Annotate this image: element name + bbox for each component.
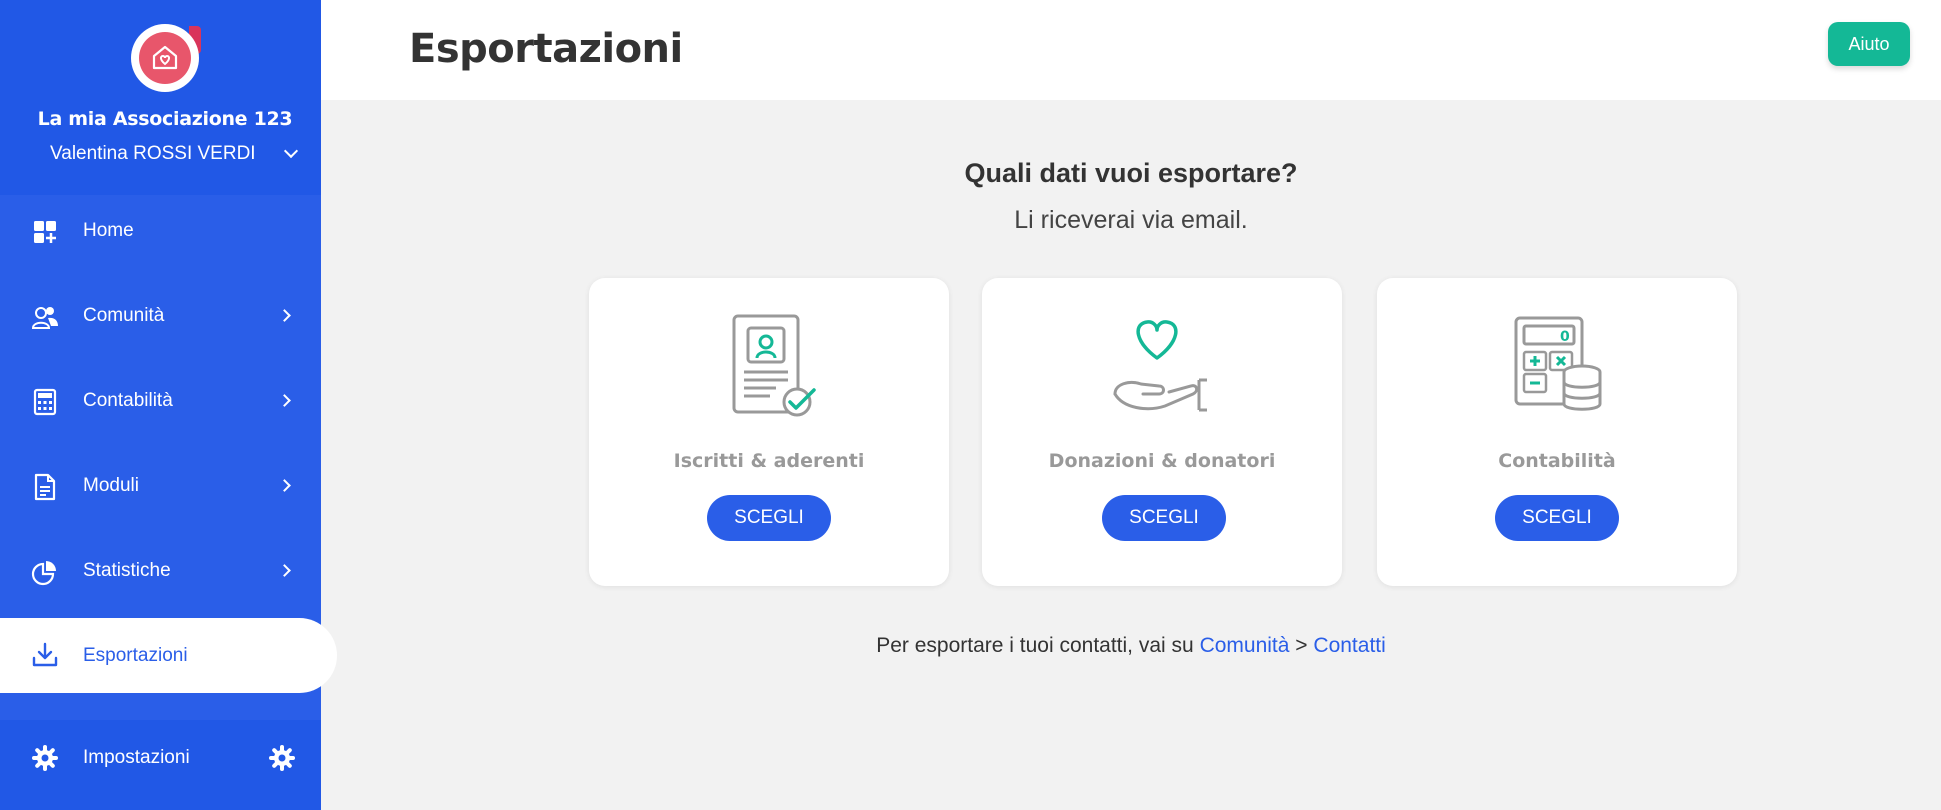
card-label: Contabilità (1498, 450, 1616, 472)
chevron-right-icon (278, 394, 291, 407)
document-icon (34, 473, 56, 501)
sidebar-item-statistiche[interactable]: Statistiche (0, 540, 321, 602)
grid-plus-icon (34, 221, 56, 243)
sidebar-item-label: Home (83, 220, 134, 241)
note-separator: > (1295, 634, 1308, 657)
page-title: Esportazioni (409, 26, 683, 72)
pie-chart-icon (31, 561, 56, 586)
contacts-export-note: Per esportare i tuoi contatti, vai su Co… (321, 634, 1941, 658)
export-card-donations: Donazioni & donatori SCEGLI (982, 278, 1342, 586)
org-logo[interactable] (131, 24, 201, 92)
download-icon (32, 642, 58, 667)
calculator-icon (33, 388, 57, 416)
chevron-down-icon (283, 143, 298, 159)
export-question: Quali dati vuoi esportare? (964, 158, 1298, 188)
choose-donations-button[interactable]: SCEGLI (1102, 495, 1226, 541)
heart-hand-icon (1113, 320, 1207, 412)
sidebar-item-label: Statistiche (83, 560, 171, 581)
sidebar-item-label: Impostazioni (83, 747, 190, 768)
sidebar-item-moduli[interactable]: Moduli (0, 455, 321, 517)
card-label: Iscritti & aderenti (673, 450, 865, 472)
card-label: Donazioni & donatori (1048, 450, 1276, 472)
link-comunita[interactable]: Comunità (1200, 634, 1290, 657)
export-subtext: Li riceverai via email. (1014, 206, 1248, 234)
house-heart-icon (152, 45, 178, 70)
calculator-coins-icon: 0 (1514, 316, 1602, 411)
sidebar-item-label: Esportazioni (83, 645, 188, 666)
help-button[interactable]: Aiuto (1828, 22, 1910, 66)
link-contatti[interactable]: Contatti (1313, 634, 1385, 657)
gear-icon (32, 745, 58, 771)
sidebar-item-comunita[interactable]: Comunità (0, 285, 321, 347)
export-card-accounting: 0 Contabilità SCEGLI (1377, 278, 1737, 586)
chevron-right-icon (278, 309, 291, 322)
org-name: La mia Associazione 123 (37, 108, 293, 130)
sidebar-item-home[interactable]: Home (0, 200, 321, 262)
chevron-right-icon (278, 564, 291, 577)
sidebar-item-label: Comunità (83, 305, 165, 326)
users-icon (31, 307, 58, 329)
gear-icon[interactable] (268, 744, 296, 772)
user-name: Valentina ROSSI VERDI (50, 143, 256, 164)
member-certificate-icon (732, 314, 816, 417)
sidebar-item-esportazioni[interactable]: Esportazioni (0, 618, 337, 693)
note-prefix: Per esportare i tuoi contatti, vai su (876, 634, 1194, 657)
sidebar: La mia Associazione 123 Valentina ROSSI … (0, 0, 337, 810)
sidebar-item-label: Moduli (83, 475, 139, 496)
choose-accounting-button[interactable]: SCEGLI (1495, 495, 1619, 541)
svg-text:0: 0 (1560, 329, 1570, 345)
export-card-members: Iscritti & aderenti SCEGLI (589, 278, 949, 586)
choose-members-button[interactable]: SCEGLI (707, 495, 831, 541)
sidebar-header: La mia Associazione 123 Valentina ROSSI … (0, 0, 321, 195)
sidebar-item-contabilita[interactable]: Contabilità (0, 370, 321, 432)
sidebar-item-label: Contabilità (83, 390, 173, 411)
user-menu[interactable]: Valentina ROSSI VERDI (50, 142, 298, 166)
chevron-right-icon (278, 479, 291, 492)
sidebar-item-impostazioni[interactable]: Impostazioni (0, 720, 321, 810)
page-header: Esportazioni Aiuto (321, 0, 1941, 100)
